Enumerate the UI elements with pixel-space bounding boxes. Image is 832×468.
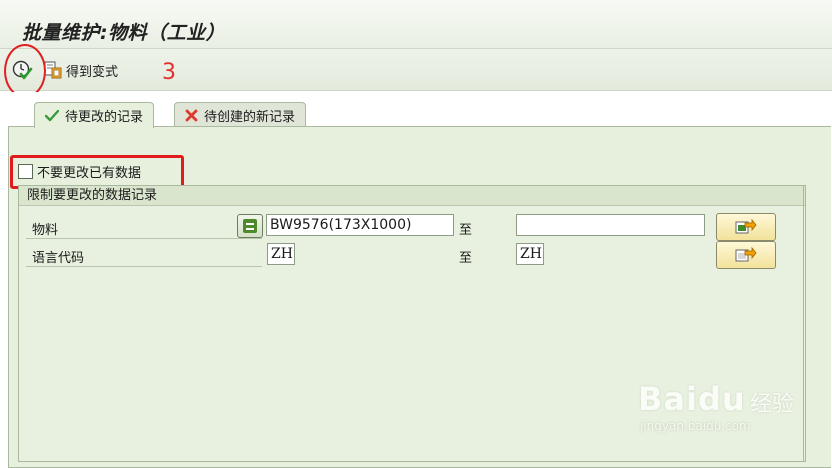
- get-variant-icon: [44, 61, 62, 79]
- equals-icon: [243, 219, 257, 233]
- red-x-icon: [185, 109, 198, 121]
- language-code-label: 语言代码: [32, 251, 85, 266]
- language-multiple-selection-button[interactable]: [716, 241, 776, 269]
- execute-clock-check-icon: [12, 60, 33, 80]
- tab-new-records-to-create[interactable]: 待创建的新记录: [174, 102, 307, 127]
- annotation-step-number: 3: [162, 60, 176, 85]
- tab-label: 待更改的记录: [65, 110, 144, 125]
- material-label: 物料: [32, 223, 59, 238]
- to-label: 至: [459, 251, 473, 266]
- language-to-input[interactable]: ZH: [516, 243, 544, 265]
- green-check-icon: [45, 109, 59, 121]
- application-toolbar: 得到变式: [0, 49, 832, 91]
- row-underline: [26, 238, 262, 239]
- group-right-edge: [803, 186, 804, 461]
- language-from-input[interactable]: ZH: [267, 243, 295, 265]
- tab-strip: 待更改的记录 待创建的新记录: [0, 92, 832, 128]
- execute-button[interactable]: [10, 58, 34, 82]
- multiple-selection-arrow-icon: [735, 247, 757, 262]
- multiple-selection-arrow-icon: [735, 219, 757, 234]
- material-multiple-selection-button[interactable]: [716, 213, 776, 241]
- tab-records-to-change[interactable]: 待更改的记录: [34, 102, 155, 128]
- material-from-input[interactable]: BW9576(173X1000): [266, 214, 454, 236]
- page-title: 批量维护:物料（工业）: [22, 22, 226, 44]
- no-change-existing-label: 不要更改已有数据: [37, 165, 142, 181]
- get-variant-button[interactable]: 得到变式: [44, 60, 118, 80]
- group-title: 限制要更改的数据记录: [19, 186, 805, 206]
- to-label: 至: [459, 223, 473, 238]
- tab-label: 待创建的新记录: [204, 109, 296, 125]
- no-change-existing-option[interactable]: 不要更改已有数据: [18, 161, 141, 181]
- material-to-input[interactable]: [516, 214, 705, 236]
- no-change-existing-checkbox[interactable]: [18, 163, 33, 179]
- row-underline: [26, 266, 262, 267]
- selection-option-button[interactable]: [237, 214, 263, 238]
- title-bar: 批量维护:物料（工业）: [0, 0, 832, 49]
- get-variant-label: 得到变式: [66, 64, 119, 80]
